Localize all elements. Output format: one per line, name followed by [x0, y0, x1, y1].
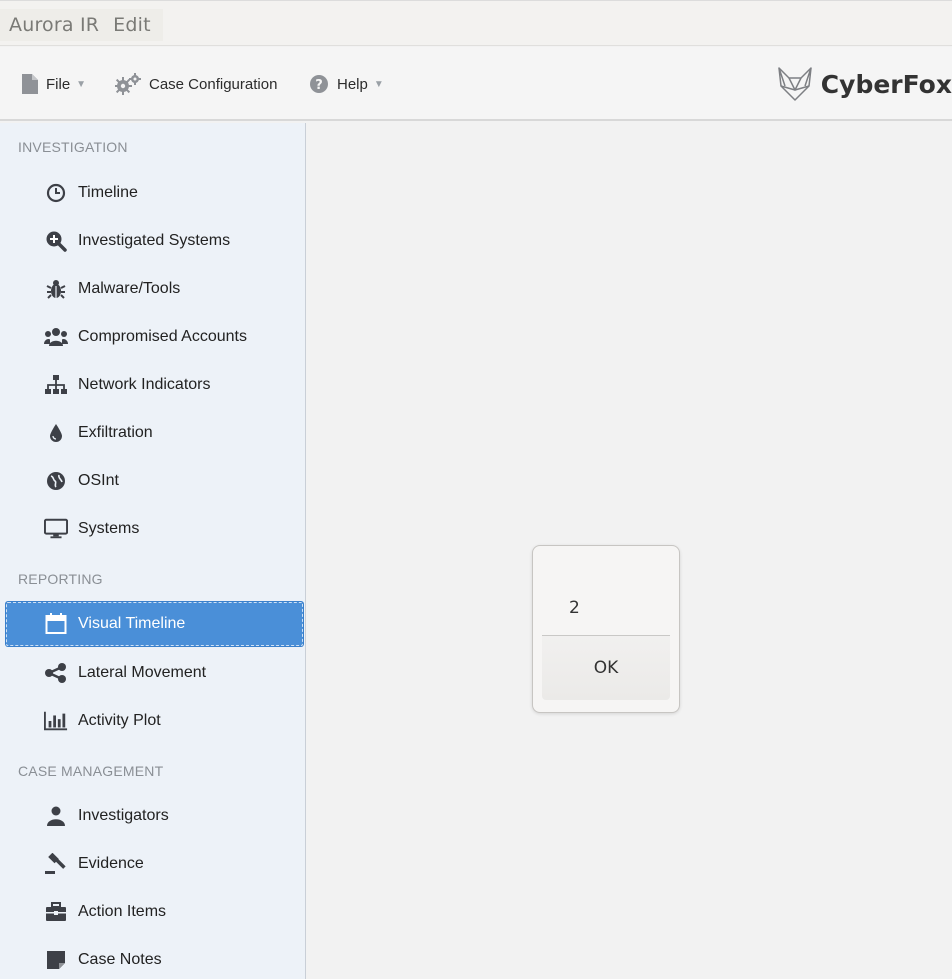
app-menubar: Aurora IR Edit: [0, 0, 952, 46]
section-header-investigation: INVESTIGATION: [18, 139, 128, 155]
help-caret-icon: ▼: [373, 78, 384, 90]
section-header-case-management: CASE MANAGEMENT: [18, 763, 164, 779]
sidebar-item-label: Action Items: [78, 903, 167, 920]
section-header-reporting: REPORTING: [18, 571, 103, 587]
sidebar-item-network-indicators[interactable]: Network Indicators: [0, 363, 305, 407]
sidebar-item-label: OSInt: [78, 472, 119, 489]
zoom-in-icon: [44, 229, 68, 253]
users-icon: [44, 325, 68, 349]
sidebar-item-label: Lateral Movement: [78, 664, 207, 681]
sidebar-item-timeline[interactable]: Timeline: [0, 171, 305, 215]
gavel-icon: [44, 852, 68, 876]
sidebar-item-label: Activity Plot: [78, 712, 161, 729]
bar-chart-icon: [44, 709, 68, 733]
share-icon: [44, 661, 68, 685]
sidebar-item-label: Compromised Accounts: [78, 328, 247, 345]
sidebar-item-investigators[interactable]: Investigators: [0, 794, 305, 838]
case-configuration-button[interactable]: Case Configuration: [115, 72, 277, 96]
sidebar-item-visual-timeline[interactable]: Visual Timeline: [6, 602, 303, 646]
toolbar: File ▼ Case Configuration ? Help ▼ Cyber…: [0, 47, 952, 121]
sidebar-item-osint[interactable]: OSInt: [0, 459, 305, 503]
sidebar-item-lateral-movement[interactable]: Lateral Movement: [0, 651, 305, 695]
drop-icon: [44, 421, 68, 445]
sidebar: INVESTIGATION Timeline Investigated Syst…: [0, 123, 306, 979]
app-name-menu[interactable]: Aurora IR: [9, 14, 99, 36]
file-icon: [22, 74, 38, 94]
file-menu-button[interactable]: File ▼: [22, 72, 86, 96]
desktop-icon: [44, 517, 68, 541]
sidebar-item-case-notes[interactable]: Case Notes: [0, 938, 305, 979]
clock-icon: [44, 181, 68, 205]
case-configuration-label: Case Configuration: [149, 75, 278, 93]
sidebar-item-compromised-accounts[interactable]: Compromised Accounts: [0, 315, 305, 359]
svg-text:?: ?: [315, 78, 323, 93]
sidebar-item-label: Malware/Tools: [78, 280, 181, 297]
sidebar-item-malware-tools[interactable]: Malware/Tools: [0, 267, 305, 311]
help-menu-label: Help: [337, 75, 368, 93]
message-dialog: 2 OK: [532, 545, 680, 713]
gears-icon: [115, 73, 141, 95]
sidebar-item-label: Investigators: [78, 807, 169, 824]
dialog-message: 2: [569, 598, 580, 618]
user-icon: [44, 804, 68, 828]
calendar-icon: [44, 612, 68, 636]
sidebar-item-activity-plot[interactable]: Activity Plot: [0, 699, 305, 743]
sidebar-item-action-items[interactable]: Action Items: [0, 890, 305, 934]
fox-logo-icon: [778, 67, 812, 101]
file-caret-icon: ▼: [76, 78, 87, 90]
sidebar-item-exfiltration[interactable]: Exfiltration: [0, 411, 305, 455]
sticky-note-icon: [44, 948, 68, 972]
sidebar-item-label: Evidence: [78, 855, 144, 872]
sidebar-item-label: Timeline: [78, 184, 138, 201]
edit-menu[interactable]: Edit: [113, 14, 151, 36]
app-menu: Aurora IR Edit: [0, 9, 163, 41]
sidebar-item-label: Visual Timeline: [78, 615, 186, 632]
sidebar-item-label: Network Indicators: [78, 376, 211, 393]
bug-icon: [44, 277, 68, 301]
help-icon: ?: [310, 75, 328, 93]
sidebar-item-systems[interactable]: Systems: [0, 507, 305, 551]
briefcase-icon: [44, 900, 68, 924]
sidebar-item-label: Investigated Systems: [78, 232, 231, 249]
sidebar-item-label: Systems: [78, 520, 140, 537]
sitemap-icon: [44, 373, 68, 397]
ok-button[interactable]: OK: [542, 636, 670, 700]
brand-name: CyberFox: [820, 69, 952, 99]
brand-logo: CyberFox: [775, 65, 952, 103]
sidebar-item-evidence[interactable]: Evidence: [0, 842, 305, 886]
file-menu-label: File: [46, 75, 71, 93]
sidebar-item-label: Exfiltration: [78, 424, 153, 441]
help-menu-button[interactable]: ? Help ▼: [309, 72, 384, 96]
sidebar-item-investigated-systems[interactable]: Investigated Systems: [0, 219, 305, 263]
sidebar-item-label: Case Notes: [78, 951, 162, 968]
globe-icon: [44, 469, 68, 493]
